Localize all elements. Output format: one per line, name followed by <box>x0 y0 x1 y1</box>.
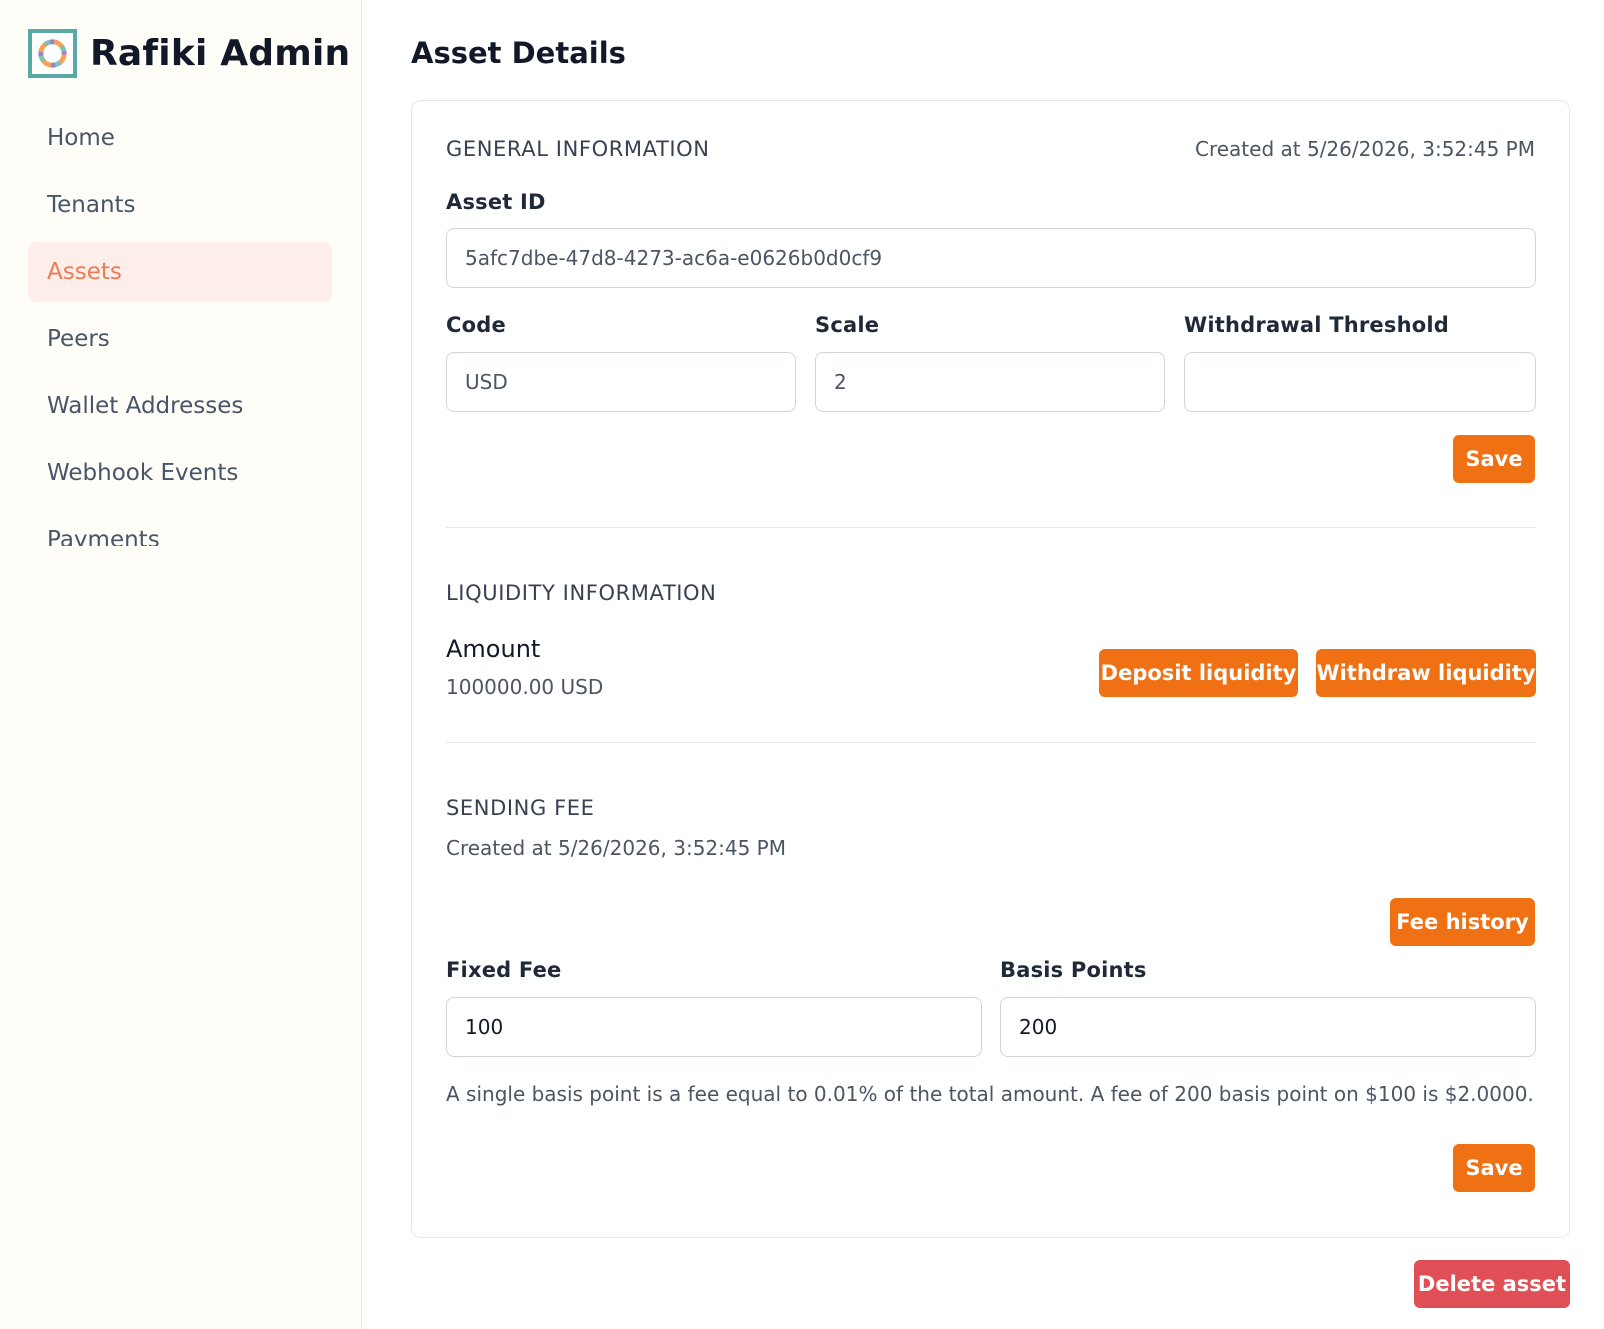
withdrawal-threshold-label: Withdrawal Threshold <box>1184 313 1449 337</box>
scale-label: Scale <box>815 313 880 337</box>
fixed-fee-input[interactable]: 100 <box>446 997 982 1057</box>
amount-label: Amount <box>446 635 541 663</box>
general-save-button[interactable]: Save <box>1453 435 1535 483</box>
asset-id-label: Asset ID <box>446 190 546 214</box>
sending-fee-title: SENDING FEE <box>446 796 595 820</box>
asset-id-input[interactable]: 5afc7dbe-47d8-4273-ac6a-e0626b0d0cf9 <box>446 228 1536 288</box>
code-input[interactable]: USD <box>446 352 796 412</box>
fee-save-button[interactable]: Save <box>1453 1144 1535 1192</box>
sidebar: Rafiki Admin Home Tenants Assets Peers W… <box>0 0 362 1329</box>
app-title: Rafiki Admin <box>90 33 351 74</box>
divider <box>446 742 1536 743</box>
liquidity-info-title: LIQUIDITY INFORMATION <box>446 581 717 605</box>
sidebar-item-peers[interactable]: Peers <box>28 309 332 369</box>
brand[interactable]: Rafiki Admin <box>28 29 350 78</box>
asset-details-card: GENERAL INFORMATION Created at 5/26/2026… <box>411 100 1570 1238</box>
fee-created-at: Created at 5/26/2026, 3:52:45 PM <box>446 836 786 860</box>
sidebar-item-home[interactable]: Home <box>28 108 332 168</box>
general-created-at: Created at 5/26/2026, 3:52:45 PM <box>1195 137 1535 161</box>
divider <box>446 527 1536 528</box>
deposit-liquidity-button[interactable]: Deposit liquidity <box>1099 649 1298 697</box>
sidebar-item-payments[interactable]: Payments <box>28 510 332 546</box>
code-label: Code <box>446 313 506 337</box>
withdraw-liquidity-button[interactable]: Withdraw liquidity <box>1316 649 1536 697</box>
sidebar-item-wallet-addresses[interactable]: Wallet Addresses <box>28 376 332 436</box>
fixed-fee-label: Fixed Fee <box>446 958 562 982</box>
sidebar-item-tenants[interactable]: Tenants <box>28 175 332 235</box>
sidebar-item-webhook-events[interactable]: Webhook Events <box>28 443 332 503</box>
sidebar-nav: Home Tenants Assets Peers Wallet Address… <box>28 108 332 546</box>
page-title: Asset Details <box>411 36 626 70</box>
rafiki-logo-icon <box>28 29 77 78</box>
fee-history-button[interactable]: Fee history <box>1390 898 1535 946</box>
scale-input[interactable]: 2 <box>815 352 1165 412</box>
basis-points-help-text: A single basis point is a fee equal to 0… <box>446 1082 1534 1106</box>
amount-value: 100000.00 USD <box>446 675 604 699</box>
withdrawal-threshold-input[interactable] <box>1184 352 1536 412</box>
general-info-title: GENERAL INFORMATION <box>446 137 710 161</box>
sidebar-item-assets[interactable]: Assets <box>28 242 332 302</box>
basis-points-label: Basis Points <box>1000 958 1147 982</box>
basis-points-input[interactable]: 200 <box>1000 997 1536 1057</box>
delete-asset-button[interactable]: Delete asset <box>1414 1260 1570 1308</box>
